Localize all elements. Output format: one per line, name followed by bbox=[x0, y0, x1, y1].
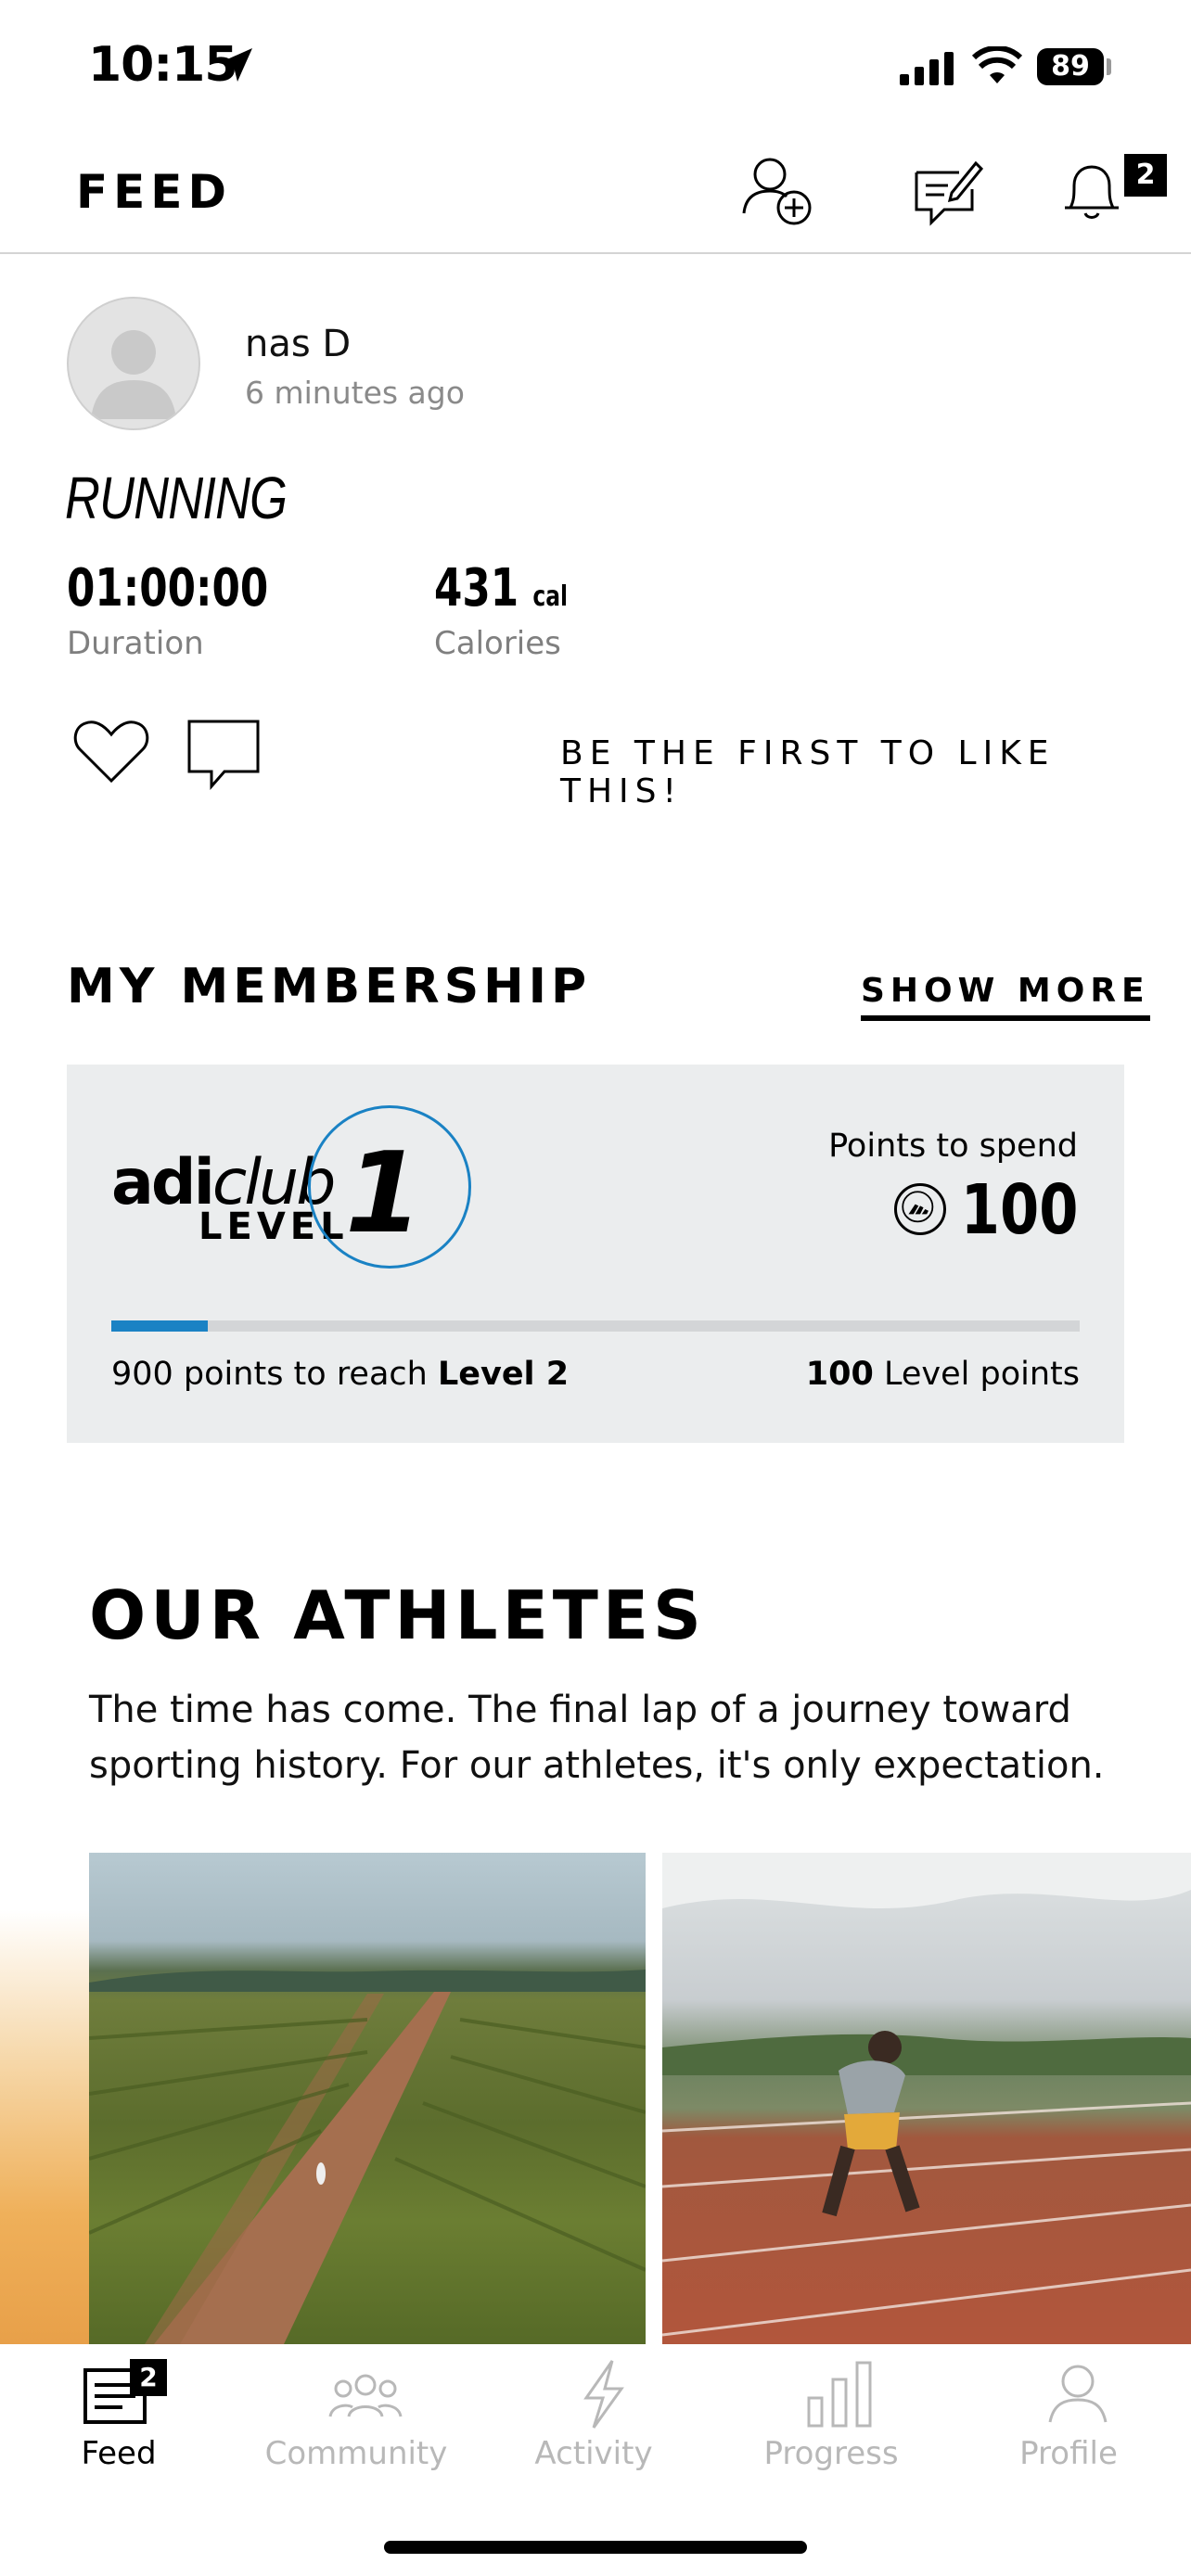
home-indicator[interactable] bbox=[384, 2541, 807, 2554]
athlete-story-card[interactable] bbox=[662, 1853, 1191, 2344]
progress-next-level-prefix: 900 points to reach bbox=[111, 1356, 438, 1393]
post-timestamp: 6 minutes ago bbox=[245, 375, 465, 411]
compose-post-icon[interactable] bbox=[911, 156, 985, 226]
tab-label: Activity bbox=[534, 2435, 653, 2472]
progress-next-level: 900 points to reach Level 2 bbox=[111, 1356, 569, 1393]
duration-value: 01:00:00 bbox=[67, 558, 269, 618]
progress-next-level-name: Level 2 bbox=[437, 1356, 570, 1393]
membership-title: MY MEMBERSHIP bbox=[67, 959, 592, 1014]
level-progress-bar bbox=[111, 1320, 1080, 1332]
tab-community[interactable]: Community bbox=[237, 2344, 475, 2483]
calories-value: 431 cal bbox=[434, 558, 568, 618]
location-arrow-icon bbox=[219, 48, 252, 82]
tab-label: Community bbox=[264, 2435, 448, 2472]
page-title: FEED bbox=[76, 165, 232, 219]
tab-feed[interactable]: 2 Feed bbox=[0, 2344, 237, 2483]
background-glow bbox=[0, 1910, 89, 2344]
membership-card[interactable]: adiclub LEVEL 1 Points to spend 100 900 … bbox=[67, 1065, 1124, 1443]
post-username[interactable]: nas D bbox=[245, 323, 351, 365]
points-label: Points to spend bbox=[828, 1128, 1078, 1165]
duration-label: Duration bbox=[67, 625, 204, 662]
athlete-story-card[interactable] bbox=[89, 1853, 646, 2344]
activity-type: RUNNING bbox=[65, 465, 288, 531]
adidas-points-icon bbox=[894, 1183, 946, 1235]
sprinter-track-image bbox=[662, 1853, 1191, 2337]
tab-label: Progress bbox=[763, 2435, 899, 2472]
brand-adi: adi bbox=[111, 1146, 215, 1219]
battery-cap bbox=[1107, 58, 1111, 75]
points-value: 100 bbox=[960, 1170, 1078, 1250]
level-progress-fill bbox=[111, 1320, 209, 1332]
avatar[interactable] bbox=[67, 297, 200, 430]
header-divider bbox=[0, 252, 1191, 254]
bar-chart-icon bbox=[807, 2361, 872, 2428]
profile-icon bbox=[1048, 2365, 1108, 2423]
tea-field-road-image bbox=[89, 1970, 646, 2344]
athletes-description: The time has come. The final lap of a jo… bbox=[89, 1689, 1105, 1787]
calories-unit: cal bbox=[532, 580, 569, 613]
tab-activity[interactable]: Activity bbox=[475, 2344, 712, 2483]
calories-label: Calories bbox=[434, 625, 561, 662]
like-heart-icon[interactable] bbox=[72, 718, 150, 786]
battery-indicator: 89 bbox=[1037, 48, 1104, 85]
calories-number: 431 bbox=[434, 558, 519, 618]
wifi-icon bbox=[972, 46, 1022, 83]
add-friend-icon[interactable] bbox=[738, 154, 816, 228]
tab-label: Feed bbox=[81, 2435, 157, 2472]
tab-feed-badge: 2 bbox=[130, 2359, 167, 2396]
notifications-bell-icon[interactable] bbox=[1059, 158, 1124, 223]
like-prompt: BE THE FIRST TO LIKE THIS! bbox=[560, 734, 1056, 810]
athletes-title: OUR ATHLETES bbox=[89, 1576, 706, 1654]
tab-profile[interactable]: Profile bbox=[950, 2344, 1187, 2483]
community-icon bbox=[328, 2374, 403, 2417]
level-points-value: 100 bbox=[805, 1356, 874, 1393]
notification-badge: 2 bbox=[1124, 154, 1167, 197]
default-avatar-icon bbox=[91, 330, 176, 419]
tab-progress[interactable]: Progress bbox=[712, 2344, 950, 2483]
level-points-suffix: Level points bbox=[873, 1356, 1080, 1393]
lightning-icon bbox=[583, 2360, 624, 2429]
comment-bubble-icon[interactable] bbox=[186, 718, 263, 790]
cellular-signal-icon bbox=[900, 52, 954, 85]
show-more-link[interactable]: SHOW MORE bbox=[861, 972, 1150, 1021]
tab-label: Profile bbox=[1019, 2435, 1118, 2472]
progress-level-points: 100 Level points bbox=[806, 1356, 1080, 1393]
level-number: 1 bbox=[345, 1129, 423, 1258]
